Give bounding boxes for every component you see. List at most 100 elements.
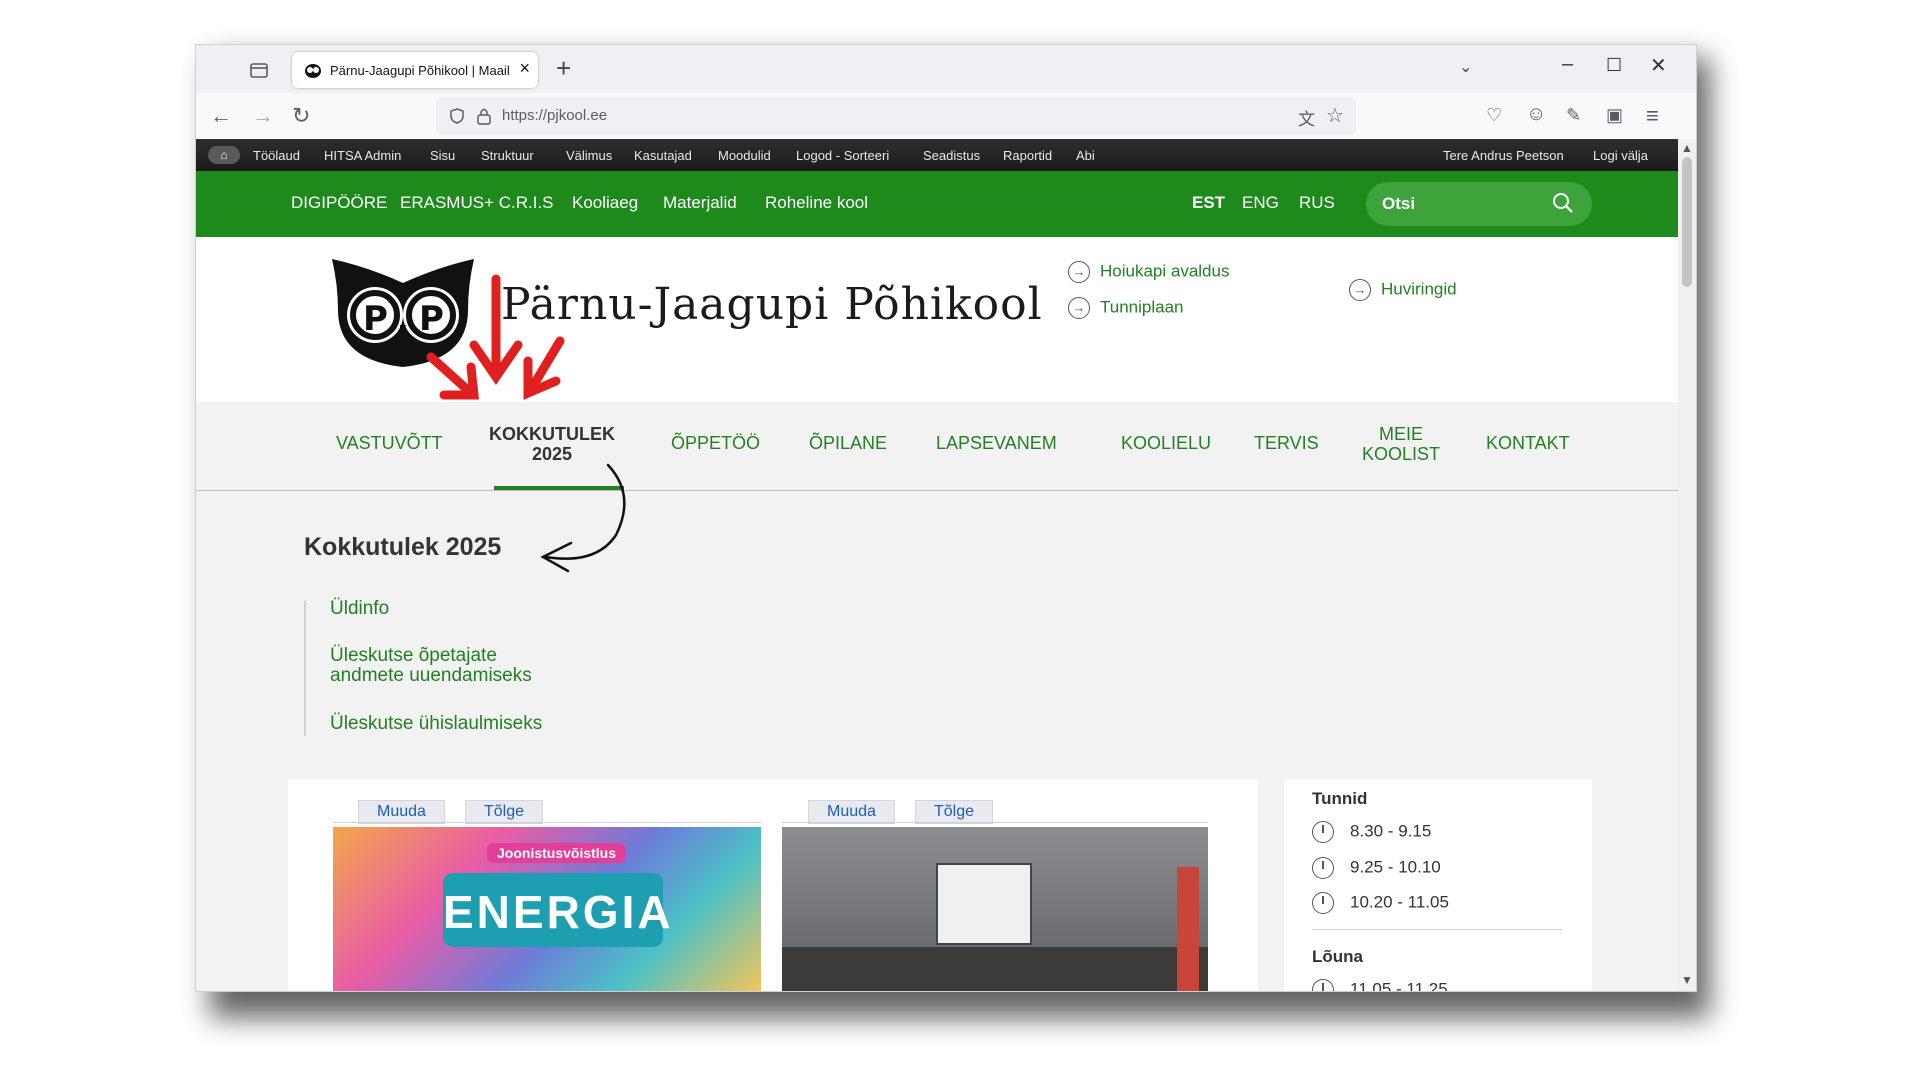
admin-item-moodulid[interactable]: Moodulid <box>718 148 771 163</box>
back-icon[interactable]: ← <box>210 103 232 129</box>
classroom-audience <box>782 947 1208 991</box>
menu-item-opilane[interactable]: ÕPILANE <box>809 433 887 454</box>
admin-item-hitsa[interactable]: HITSA Admin <box>324 148 401 163</box>
news-image-classroom[interactable] <box>782 827 1208 991</box>
lock-icon[interactable] <box>476 106 492 126</box>
svg-text:P: P <box>419 299 444 339</box>
menu-item-oppetoo[interactable]: ÕPPETÖÖ <box>671 433 760 454</box>
home-icon[interactable]: ⌂ <box>208 146 240 164</box>
maximize-icon[interactable]: ☐ <box>1606 55 1622 76</box>
account-icon[interactable]: ☺ <box>1526 103 1546 126</box>
menu-item-meie-koolist[interactable]: MEIE KOOLIST <box>1362 424 1440 464</box>
projector-screen <box>936 863 1032 945</box>
page-scrollbar[interactable]: ▲ ▼ <box>1678 139 1696 991</box>
lunch-time: 11.05 - 11.25 <box>1312 979 1448 991</box>
browser-window: Pärnu-Jaagupi Põhikool | Maailm × + ⌄ – … <box>195 44 1697 992</box>
scroll-up-icon[interactable]: ▲ <box>1681 141 1693 155</box>
admin-item-logod[interactable]: Logod - Sorteeri <box>796 148 889 163</box>
clock-icon <box>1312 892 1334 914</box>
active-tab[interactable]: Pärnu-Jaagupi Põhikool | Maailm × <box>292 52 538 88</box>
admin-item-seadistus[interactable]: Seadistus <box>923 148 980 163</box>
site-header: P P Pärnu-Jaagupi Põhikool → Hoiukapi ava… <box>196 237 1678 402</box>
top-link-materjalid[interactable]: Materjalid <box>663 193 737 213</box>
admin-item-struktuur[interactable]: Struktuur <box>481 148 534 163</box>
admin-item-kasutajad[interactable]: Kasutajad <box>634 148 692 163</box>
admin-greeting[interactable]: Tere Andrus Peetson <box>1443 148 1564 163</box>
owl-favicon-icon <box>305 64 321 78</box>
admin-toolbar: ⌂ Töölaud HITSA Admin Sisu Struktuur Väl… <box>196 139 1678 171</box>
menu-item-koolielu[interactable]: KOOLIELU <box>1121 433 1211 454</box>
admin-item-abi[interactable]: Abi <box>1076 148 1095 163</box>
svg-text:P: P <box>363 299 388 339</box>
submenu-item-uhislaulmine[interactable]: Üleskutse ühislaulmiseks <box>330 714 542 734</box>
edit-button[interactable]: Muuda <box>808 800 895 824</box>
search-input[interactable]: Otsi <box>1366 182 1592 226</box>
minimize-icon[interactable]: – <box>1562 53 1573 76</box>
navigation-bar: ← → ↻ https://pjkool.ee 文 ☆ ♡ ☺ ✎ ▣ ≡ <box>196 93 1696 139</box>
top-link-kooliaeg[interactable]: Kooliaeg <box>572 193 638 213</box>
top-link-roheline-kool[interactable]: Roheline kool <box>765 193 868 213</box>
tab-list-icon[interactable] <box>248 59 270 81</box>
submenu-item-opetajate[interactable]: Üleskutse õpetajate andmete uuendamiseks <box>330 646 532 686</box>
chevron-down-icon[interactable]: ⌄ <box>1459 57 1472 77</box>
arrow-right-icon: → <box>1068 297 1090 319</box>
search-placeholder: Otsi <box>1382 194 1416 213</box>
close-window-icon[interactable]: ✕ <box>1650 53 1667 78</box>
shield-icon[interactable] <box>448 107 466 125</box>
admin-item-toolaud[interactable]: Töölaud <box>253 148 300 163</box>
search-icon[interactable] <box>1552 192 1574 214</box>
menu-item-vastuvott[interactable]: VASTUVÕTT <box>336 433 443 454</box>
owl-logo-icon[interactable]: P P <box>328 255 478 370</box>
translate-button[interactable]: Tõlge <box>465 800 544 824</box>
submenu-panel: Kokkutulek 2025 Üldinfo Üleskutse õpetaj… <box>196 491 1678 780</box>
arrow-right-icon: → <box>1349 279 1371 301</box>
bookmark-star-icon[interactable]: ☆ <box>1326 103 1344 128</box>
top-link-bar: DIGIPÖÖRE ERASMUS+ C.R.I.S Kooliaeg Mate… <box>196 171 1678 237</box>
menu-item-tervis[interactable]: TERVIS <box>1254 433 1319 454</box>
top-link-erasmus[interactable]: ERASMUS+ C.R.I.S <box>400 193 554 213</box>
news-image-energia[interactable]: Joonistusvõistlus ENERGIA <box>333 827 761 991</box>
menu-icon[interactable]: ≡ <box>1646 103 1659 129</box>
submenu-divider <box>304 601 306 736</box>
header-link-hoiukapi[interactable]: → Hoiukapi avaldus <box>1068 261 1229 283</box>
header-link-huviringid[interactable]: → Huviringid <box>1349 279 1457 301</box>
url-text[interactable]: https://pjkool.ee <box>502 107 607 124</box>
news-cards: Muuda Tõlge Joonistusvõistlus ENERGIA Mu… <box>288 779 1258 991</box>
scroll-down-icon[interactable]: ▼ <box>1681 973 1693 987</box>
sidebar-icon[interactable]: ▣ <box>1606 105 1623 126</box>
admin-item-raportid[interactable]: Raportid <box>1003 148 1052 163</box>
admin-item-sisu[interactable]: Sisu <box>430 148 455 163</box>
extensions-icon[interactable]: ✎ <box>1566 105 1581 126</box>
menu-item-kontakt[interactable]: KONTAKT <box>1486 433 1570 454</box>
sidebar-divider <box>1312 929 1562 930</box>
scroll-thumb[interactable] <box>1682 157 1692 287</box>
classroom-door <box>1177 867 1199 991</box>
translate-button[interactable]: Tõlge <box>915 800 994 824</box>
forward-icon[interactable]: → <box>252 103 274 129</box>
edit-button[interactable]: Muuda <box>358 800 445 824</box>
url-bar[interactable]: https://pjkool.ee 文 ☆ <box>436 97 1356 135</box>
menu-item-lapsevanem[interactable]: LAPSEVANEM <box>936 433 1057 454</box>
logout-link[interactable]: Logi välja <box>1593 148 1648 163</box>
new-tab-button[interactable]: + <box>556 53 571 84</box>
submenu-title: Kokkutulek 2025 <box>304 533 502 561</box>
admin-item-valimus[interactable]: Välimus <box>566 148 612 163</box>
lessons-title: Tunnid <box>1312 789 1368 808</box>
pocket-icon[interactable]: ♡ <box>1486 105 1502 126</box>
logo-text[interactable]: Pärnu-Jaagupi Põhikool <box>501 279 1043 330</box>
header-link-tunniplaan[interactable]: → Tunniplaan <box>1068 297 1184 319</box>
clock-icon <box>1312 821 1334 843</box>
lang-eng[interactable]: ENG <box>1242 193 1279 213</box>
image-badge: Joonistusvõistlus <box>487 843 627 863</box>
close-tab-icon[interactable]: × <box>519 58 530 79</box>
submenu-item-uldinfo[interactable]: Üldinfo <box>330 599 389 619</box>
top-link-digipoore[interactable]: DIGIPÖÖRE <box>291 193 387 213</box>
lang-rus[interactable]: RUS <box>1299 193 1335 213</box>
arrow-right-icon: → <box>1068 261 1090 283</box>
clock-icon <box>1312 857 1334 879</box>
content-area: Muuda Tõlge Joonistusvõistlus ENERGIA Mu… <box>196 779 1678 991</box>
translate-icon[interactable]: 文 <box>1298 105 1315 130</box>
reload-icon[interactable]: ↻ <box>292 103 310 129</box>
lang-est[interactable]: EST <box>1192 193 1225 213</box>
menu-item-kokkutulek[interactable]: KOKKUTULEK 2025 <box>489 424 615 464</box>
